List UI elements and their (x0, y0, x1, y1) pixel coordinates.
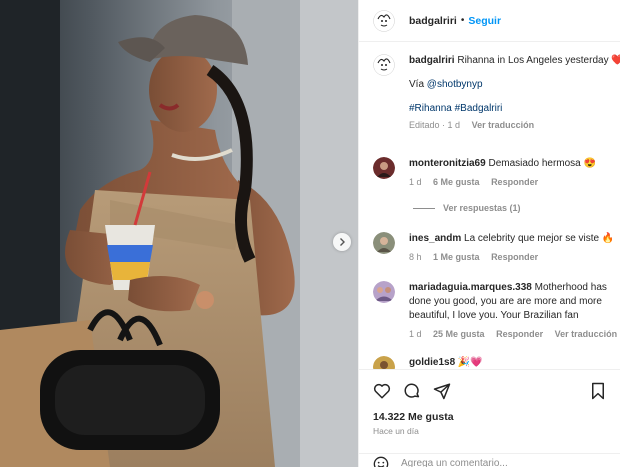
emoji-icon[interactable] (373, 456, 389, 467)
caption-emoji: ❤️ (611, 55, 620, 66)
like-count[interactable]: 14.322 Me gusta (373, 411, 454, 423)
author-avatar[interactable] (373, 9, 395, 32)
commenter-avatar[interactable] (373, 281, 395, 303)
comment-likes[interactable]: 6 Me gusta (433, 177, 480, 187)
bookmark-icon (592, 382, 604, 400)
comment-item: monteronitzia69 Demasiado hermosa 😍 1 d … (373, 157, 620, 189)
save-button[interactable] (587, 380, 609, 402)
comment-text: La celebrity que mejor se viste (464, 233, 600, 244)
heart-icon (373, 383, 391, 399)
avatar-photo-icon (373, 356, 395, 369)
comment-text: Demasiado hermosa (488, 158, 581, 169)
comment-emoji: 🎉💗 (457, 357, 483, 368)
commenter-username[interactable]: ines_andm (409, 233, 461, 244)
caption-username[interactable]: badgalriri (409, 55, 455, 66)
commenter-username[interactable]: mariadaguia.marques.338 (409, 282, 532, 293)
post-side-panel: badgalriri • Seguir badgalriri Rihanna i… (358, 0, 620, 467)
comment-button[interactable] (401, 380, 423, 402)
comment-likes[interactable]: 1 Me gusta (433, 252, 480, 262)
comment-input[interactable] (401, 458, 581, 467)
commenter-avatar[interactable] (373, 356, 395, 369)
avatar-photo-icon (373, 157, 395, 179)
reply-button[interactable]: Responder (491, 252, 538, 262)
caption-translate-link[interactable]: Ver traducción (472, 120, 535, 130)
caption-text: Rihanna in Los Angeles yesterday (457, 55, 609, 66)
comment-item: goldie1s8 🎉💗 (373, 356, 620, 369)
view-replies-button[interactable]: Ver respuestas (1) (413, 203, 521, 213)
post-header: badgalriri • Seguir (359, 0, 620, 42)
caption-avatar[interactable] (373, 54, 395, 76)
comment-emoji: 😍 (583, 158, 596, 169)
comment-emoji: 🔥 (601, 233, 615, 244)
comment-bubble-icon (404, 383, 420, 398)
replies-divider-line (413, 207, 435, 209)
commenter-username[interactable]: monteronitzia69 (409, 158, 486, 169)
separator-dot: • (460, 15, 465, 26)
follow-button[interactable]: Seguir (468, 15, 501, 27)
commenter-avatar[interactable] (373, 232, 395, 254)
post-photo[interactable] (0, 0, 358, 467)
comment-age: 1 d (409, 177, 422, 187)
comment-age: 8 h (409, 252, 422, 262)
post-timestamp: Hace un día (373, 426, 419, 436)
caption-via: Vía (409, 79, 425, 90)
paper-plane-icon (433, 383, 451, 400)
comment-item: mariadaguia.marques.338 Motherhood has d… (373, 281, 620, 341)
add-comment-bar (359, 453, 620, 467)
like-button[interactable] (371, 380, 393, 402)
avatar-photo-icon (373, 232, 395, 254)
comments-list[interactable]: badgalriri Rihanna in Los Angeles yester… (359, 43, 620, 369)
author-username[interactable]: badgalriri (409, 15, 457, 27)
reply-button[interactable]: Responder (496, 329, 543, 339)
post-actions: 14.322 Me gusta Hace un día (359, 369, 620, 467)
comment-age: 1 d (409, 329, 422, 339)
caption: badgalriri Rihanna in Los Angeles yester… (373, 54, 620, 132)
comment-translate-link[interactable]: Ver traducción (555, 329, 618, 339)
avatar-sketch-icon (373, 54, 395, 76)
commenter-avatar[interactable] (373, 157, 395, 179)
avatar-sketch-icon (373, 9, 395, 32)
view-replies-label: Ver respuestas (1) (443, 203, 521, 213)
next-photo-button[interactable] (333, 233, 351, 251)
comment-likes[interactable]: 25 Me gusta (433, 329, 485, 339)
share-button[interactable] (431, 380, 453, 402)
post-image (0, 0, 358, 467)
reply-button[interactable]: Responder (491, 177, 538, 187)
commenter-username[interactable]: goldie1s8 (409, 357, 455, 368)
comment-item: ines_andm La celebrity que mejor se vist… (373, 232, 620, 264)
caption-edited: Editado · 1 d (409, 120, 461, 130)
caption-mention-link[interactable]: @shotbynyp (427, 79, 483, 90)
caption-hashtags[interactable]: #Rihanna #Badgalriri (409, 102, 620, 116)
chevron-right-icon (340, 238, 345, 246)
avatar-photo-icon (373, 281, 395, 303)
